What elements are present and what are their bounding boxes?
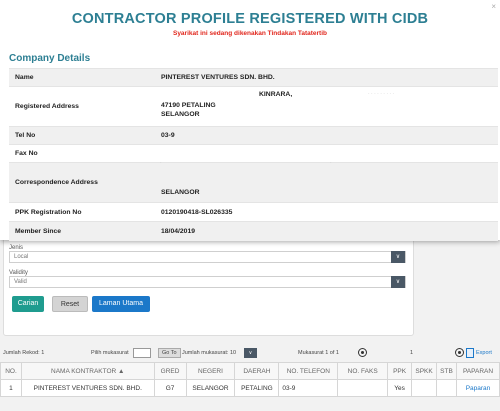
address-line: 47190 PETALING	[161, 102, 216, 109]
validity-value: Valid	[14, 279, 27, 285]
detail-label: Correspondence Address	[9, 162, 155, 203]
view-link[interactable]: Paparan	[455, 379, 500, 397]
table-row: 1 PINTEREST VENTURES SDN. BHD. G7 SELANG…	[0, 379, 500, 397]
table-cell	[411, 379, 438, 397]
detail-label: Member Since	[9, 221, 155, 241]
detail-value: 18/04/2019	[155, 221, 498, 241]
page-total-label: Jumlah mukasurat: 10	[182, 350, 237, 356]
detail-label: Tel No	[9, 126, 155, 145]
detail-value: 0120190418-SL026335	[155, 202, 498, 222]
company-details-table: Name PINTEREST VENTURES SDN. BHD. Regist…	[9, 68, 498, 241]
page-input[interactable]	[133, 348, 151, 358]
validity-select[interactable]: Valid ∨	[9, 276, 406, 288]
detail-row: Correspondence Address SELANGOR	[9, 162, 498, 203]
redacted-text: ·	[160, 160, 162, 166]
redacted-text: ·	[330, 160, 332, 166]
column-header[interactable]: DAERAH	[234, 362, 280, 380]
table-cell: Yes	[387, 379, 413, 397]
table-cell: PINTEREST VENTURES SDN. BHD.	[20, 379, 155, 397]
correspondence-value: SELANGOR	[161, 189, 200, 196]
detail-row: Member Since 18/04/2019	[9, 221, 498, 241]
table-cell: 1	[0, 379, 22, 397]
record-count: Jumlah Rekod: 1	[3, 350, 45, 356]
table-cell: 03-9	[278, 379, 339, 397]
column-header[interactable]: NO.	[0, 362, 22, 380]
chevron-down-icon[interactable]: ∨	[391, 276, 405, 288]
column-header[interactable]: NO. FAKS	[337, 362, 389, 380]
detail-label: PPK Registration No	[9, 202, 155, 222]
prev-page-icon[interactable]	[358, 348, 367, 357]
column-header[interactable]: NAMA KONTRAKTOR ▲	[20, 362, 155, 380]
address-line: SELANGOR	[161, 111, 200, 118]
export-icon[interactable]	[466, 348, 474, 358]
pagination-bar: Jumlah Rekod: 1 Pilih mukasurat Go To Ju…	[0, 347, 500, 361]
contractor-profile-modal: × CONTRACTOR PROFILE REGISTERED WITH CID…	[0, 0, 500, 241]
page-indicator: Mukasurat 1 of 1	[298, 350, 339, 356]
detail-label: Fax No	[9, 144, 155, 163]
chevron-down-icon[interactable]: ∨	[391, 251, 405, 263]
column-header[interactable]: GRED	[153, 362, 187, 380]
table-cell	[436, 379, 457, 397]
reset-button[interactable]: Reset	[52, 296, 88, 312]
detail-row: Name PINTEREST VENTURES SDN. BHD.	[9, 68, 498, 87]
detail-row: Tel No 03-9	[9, 126, 498, 145]
address-fragment: KINRARA,	[259, 91, 293, 98]
column-header[interactable]: PPK	[387, 362, 413, 380]
column-header[interactable]: SPKK	[411, 362, 438, 380]
column-header[interactable]: PAPARAN	[455, 362, 500, 380]
table-cell: PETALING	[234, 379, 280, 397]
detail-value: 03-9	[155, 126, 498, 145]
go-to-button[interactable]: Go To	[158, 348, 181, 358]
detail-value: 47190 PETALING SELANGOR	[155, 86, 498, 127]
table-cell: G7	[153, 379, 187, 397]
detail-row: Fax No	[9, 144, 498, 163]
detail-row: PPK Registration No 0120190418-SL026335	[9, 202, 498, 222]
table-header-row: NO. NAMA KONTRAKTOR ▲ GRED NEGERI DAERAH…	[0, 362, 500, 380]
jenis-select[interactable]: Local ∨	[9, 251, 406, 263]
search-button[interactable]: Carian	[12, 296, 44, 312]
table-cell	[337, 379, 389, 397]
next-page-icon[interactable]	[455, 348, 464, 357]
choose-page-label: Pilih mukasurat	[91, 350, 129, 356]
detail-label: Name	[9, 68, 155, 87]
redacted-text: · · · · · · · · ·	[368, 91, 395, 97]
column-header[interactable]: NO. TELEFON	[278, 362, 339, 380]
jenis-value: Local	[14, 254, 29, 260]
disciplinary-notice: Syarikat ini sedang dikenakan Tindakan T…	[172, 30, 327, 37]
contractor-table: NO. NAMA KONTRAKTOR ▲ GRED NEGERI DAERAH…	[0, 362, 500, 397]
close-icon[interactable]: ×	[491, 2, 496, 11]
column-header[interactable]: NEGERI	[185, 362, 236, 380]
detail-label: Registered Address	[9, 86, 155, 127]
detail-value: SELANGOR	[155, 162, 498, 203]
table-cell: SELANGOR	[185, 379, 236, 397]
section-title: Company Details	[9, 53, 91, 64]
current-page: 1	[410, 350, 414, 356]
column-header[interactable]: STB	[436, 362, 457, 380]
home-button[interactable]: Laman Utama	[92, 296, 150, 312]
export-link[interactable]: Export	[476, 350, 492, 356]
detail-value	[155, 144, 498, 163]
detail-value: PINTEREST VENTURES SDN. BHD.	[155, 68, 498, 87]
page-size-select[interactable]: ∨	[244, 348, 257, 358]
detail-row: Registered Address 47190 PETALING SELANG…	[9, 86, 498, 127]
modal-title: CONTRACTOR PROFILE REGISTERED WITH CIDB	[71, 11, 429, 27]
